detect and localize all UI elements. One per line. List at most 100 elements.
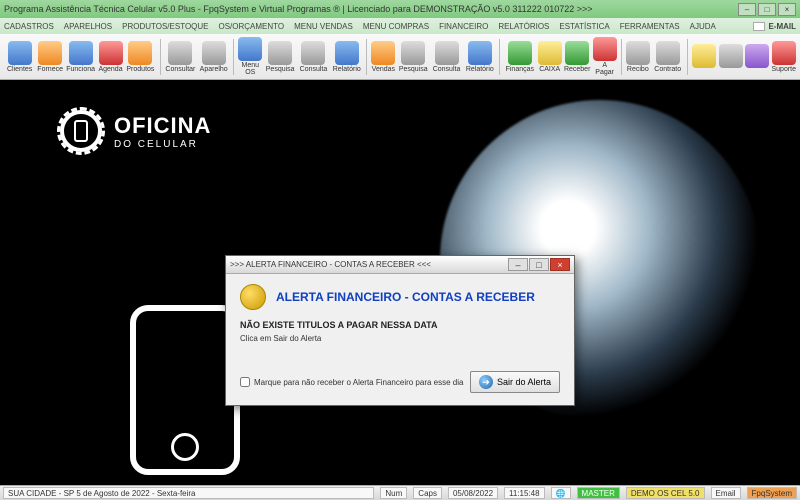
toolbar-agenda[interactable]: Agenda (98, 36, 122, 78)
coin-icon (240, 284, 266, 310)
toolbar-finanças[interactable]: Finanças (504, 36, 535, 78)
toolbar-fornece[interactable]: Fornece (37, 36, 63, 78)
report-icon (468, 41, 492, 65)
menu-ferramentas[interactable]: FERRAMENTAS (620, 22, 680, 31)
list-icon (301, 41, 325, 65)
toolbar-label: Consulta (300, 66, 328, 73)
toolbar-menu-os[interactable]: Menu OS (238, 36, 262, 78)
status-location: SUA CIDADE - SP 5 de Agosto de 2022 - Se… (3, 487, 374, 499)
toolbar-label: Finanças (506, 66, 534, 73)
minimize-button[interactable]: – (738, 3, 756, 16)
toolbar-doc-icon[interactable] (719, 36, 743, 78)
menu-aparelhos[interactable]: APARELHOS (64, 22, 112, 31)
dialog-titlebar: >>> ALERTA FINANCEIRO - CONTAS A RECEBER… (226, 256, 574, 274)
toolbar-caixa[interactable]: CAIXA (537, 36, 561, 78)
status-email[interactable]: Email (711, 487, 741, 499)
people-icon (8, 41, 32, 65)
envelope-icon (753, 22, 765, 31)
window-title: Programa Assistência Técnica Celular v5.… (4, 4, 738, 14)
toolbar-label: Recibo (627, 66, 649, 73)
menu-cadastros[interactable]: CADASTROS (4, 22, 54, 31)
toolbar-tool-icon[interactable] (745, 36, 769, 78)
phone-art (130, 305, 240, 475)
toolbar-pesquisa[interactable]: Pesquisa (265, 36, 296, 78)
toolbar-relatório[interactable]: Relatório (331, 36, 362, 78)
menu-relatorios[interactable]: RELATÓRIOS (498, 22, 549, 31)
menu-financeiro[interactable]: FINANCEIRO (439, 22, 488, 31)
dialog-minimize-button[interactable]: – (508, 258, 528, 271)
menu-produtos[interactable]: PRODUTOS/ESTOQUE (122, 22, 208, 31)
toolbar-consulta[interactable]: Consulta (298, 36, 329, 78)
toolbar-suporte[interactable]: Suporte (772, 36, 797, 78)
toolbar-separator (687, 39, 688, 75)
menu-vendas[interactable]: MENU VENDAS (294, 22, 353, 31)
toolbar-aparelho[interactable]: Aparelho (198, 36, 229, 78)
toolbar-consultar[interactable]: Consultar (165, 36, 196, 78)
status-demo: DEMO OS CEL 5.0 (626, 487, 705, 499)
maximize-button[interactable]: □ (758, 3, 776, 16)
close-button[interactable]: × (778, 3, 796, 16)
menu-bar: CADASTROS APARELHOS PRODUTOS/ESTOQUE OS/… (0, 18, 800, 34)
status-fpq[interactable]: FpqSystem (747, 487, 797, 499)
coin-in-icon (565, 41, 589, 65)
toolbar-receber[interactable]: Receber (564, 36, 590, 78)
toolbar-label: Relatório (333, 66, 361, 73)
toolbar-label: Clientes (7, 66, 32, 73)
search-icon (168, 41, 192, 65)
toolbar-produtos[interactable]: Produtos (125, 36, 156, 78)
toolbar-label: Agenda (98, 66, 122, 73)
logo-line2: DO CELULAR (114, 139, 211, 150)
toolbar-a-pagar[interactable]: A Pagar (592, 36, 616, 78)
toolbar-label: Aparelho (200, 66, 228, 73)
main-toolbar: Clientes ForneceFuncionaAgendaProdutos Con… (0, 34, 800, 80)
status-num: Num (380, 487, 407, 499)
toolbar-label: Pesquisa (266, 66, 295, 73)
gear-icon (60, 110, 102, 152)
suppress-alert-checkbox[interactable]: Marque para não receber o Alerta Finance… (240, 377, 463, 387)
dialog-maximize-button[interactable]: □ (529, 258, 549, 271)
toolbar-coin-icon[interactable] (692, 36, 716, 78)
toolbar-label: Fornece (37, 66, 63, 73)
toolbar-vendas[interactable]: Vendas (371, 36, 395, 78)
menu-compras[interactable]: MENU COMPRAS (363, 22, 429, 31)
status-caps: Caps (413, 487, 442, 499)
status-date: 05/08/2022 (448, 487, 498, 499)
toolbar-pesquisa[interactable]: Pesquisa (398, 36, 429, 78)
exit-alert-label: Sair do Alerta (497, 377, 551, 387)
status-master: MASTER (577, 487, 620, 499)
toolbar-relatório[interactable]: Relatório (464, 36, 495, 78)
person-icon (69, 41, 93, 65)
money-icon (508, 41, 532, 65)
toolbar-recibo[interactable]: Recibo (626, 36, 650, 78)
exit-alert-button[interactable]: ➔ Sair do Alerta (470, 371, 560, 393)
suppress-alert-input[interactable] (240, 377, 250, 387)
menu-ajuda[interactable]: AJUDA (690, 22, 716, 31)
toolbar-funciona[interactable]: Funciona (65, 36, 96, 78)
phone-icon (202, 41, 226, 65)
menu-email[interactable]: E-MAIL (753, 22, 796, 31)
menu-estatistica[interactable]: ESTATÍSTICA (559, 22, 609, 31)
dialog-title: >>> ALERTA FINANCEIRO - CONTAS A RECEBER… (230, 260, 508, 269)
toolbar-label: A Pagar (592, 62, 616, 76)
toolbar-separator (621, 39, 622, 75)
suppress-alert-label: Marque para não receber o Alerta Finance… (254, 378, 463, 387)
menu-os[interactable]: OS/ORÇAMENTO (219, 22, 285, 31)
toolbar-clientes[interactable]: Clientes (4, 36, 35, 78)
toolbar-consulta[interactable]: Consulta (431, 36, 462, 78)
calendar-icon (99, 41, 123, 65)
alert-heading: ALERTA FINANCEIRO - CONTAS A RECEBER (276, 290, 535, 304)
list-icon (435, 41, 459, 65)
toolbar-separator (233, 39, 234, 75)
window-controls: – □ × (738, 3, 796, 16)
toolbar-label: Suporte (772, 66, 797, 73)
toolbar-label: Vendas (372, 66, 395, 73)
alert-dialog: >>> ALERTA FINANCEIRO - CONTAS A RECEBER… (225, 255, 575, 406)
toolbar-label: Pesquisa (399, 66, 428, 73)
truck-icon (38, 41, 62, 65)
toolbar-contrato[interactable]: Contrato (652, 36, 683, 78)
report-icon (335, 41, 359, 65)
cart-icon (371, 41, 395, 65)
dialog-close-button[interactable]: × (550, 258, 570, 271)
contract-icon (656, 41, 680, 65)
coin-icon (692, 44, 716, 68)
